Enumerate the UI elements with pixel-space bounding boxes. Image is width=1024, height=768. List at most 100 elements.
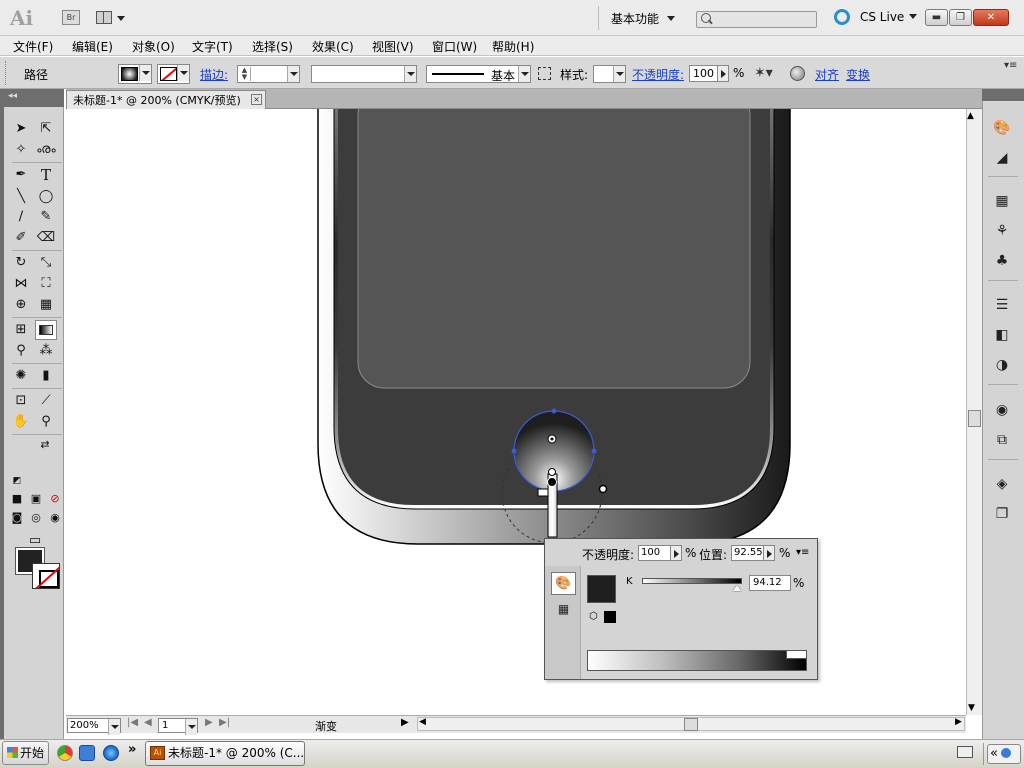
panel-menu-icon[interactable]: ▾≡ xyxy=(1004,60,1017,71)
artboard-canvas[interactable] xyxy=(66,109,966,715)
brush-definition-dropdown[interactable]: 基本 xyxy=(426,65,531,83)
horizontal-scroll-thumb[interactable] xyxy=(684,718,698,731)
appearance-panel-icon[interactable]: ◉ xyxy=(991,400,1013,420)
scroll-up-icon[interactable]: ▲ xyxy=(967,111,974,121)
menu-window[interactable]: 窗口(W) xyxy=(432,38,477,55)
gradient-tool-icon[interactable] xyxy=(35,320,57,340)
maximize-button[interactable]: ❐ xyxy=(949,9,972,26)
menu-view[interactable]: 视图(V) xyxy=(372,38,414,55)
scale-tool-icon[interactable]: ⤡ xyxy=(35,253,57,273)
screen-mode-icon[interactable]: ▭ xyxy=(22,531,48,551)
rotate-tool-icon[interactable]: ↻ xyxy=(10,253,32,273)
column-graph-tool-icon[interactable]: ▮ xyxy=(35,366,57,386)
scroll-down-icon[interactable]: ▼ xyxy=(968,703,975,713)
panel-grip[interactable] xyxy=(5,61,8,85)
panel-menu-icon[interactable]: ▾≡ xyxy=(796,547,809,558)
align-panel-link[interactable]: 对齐 xyxy=(815,66,839,83)
swatches-grid-icon[interactable]: ▦ xyxy=(554,602,573,618)
phone-artwork[interactable] xyxy=(66,109,966,715)
variable-width-profile-dropdown[interactable] xyxy=(311,65,417,83)
menu-edit[interactable]: 编辑(E) xyxy=(72,38,113,55)
artboard-number-dropdown[interactable]: 1 xyxy=(158,718,198,735)
opacity-input[interactable]: 100 xyxy=(689,65,729,82)
line-segment-tool-icon[interactable]: ╲ xyxy=(10,187,32,207)
symbol-sprayer-tool-icon[interactable]: ✺ xyxy=(10,366,32,386)
internet-explorer-icon[interactable] xyxy=(103,745,119,761)
stroke-panel-link[interactable]: 描边: xyxy=(200,66,228,83)
previous-artboard-icon[interactable]: ◀ xyxy=(144,717,152,728)
transparency-panel-icon[interactable]: ◑ xyxy=(991,355,1013,375)
blend-tool-icon[interactable]: ⁂ xyxy=(35,341,57,361)
start-button[interactable]: 开始 xyxy=(2,741,49,765)
stop-opacity-input[interactable]: 100 xyxy=(638,545,682,561)
menu-effect[interactable]: 效果(C) xyxy=(312,38,354,55)
out-of-gamut-cube-icon[interactable]: ⬡ xyxy=(589,612,600,623)
eyedropper-tool-icon[interactable]: ⚲ xyxy=(10,341,32,361)
status-menu-icon[interactable]: ▶ xyxy=(401,717,409,728)
zoom-level-dropdown[interactable]: 200% xyxy=(67,718,121,735)
swatches-panel-icon[interactable]: ▦ xyxy=(991,191,1013,211)
arrange-documents-button[interactable] xyxy=(96,10,128,26)
free-transform-tool-icon[interactable]: ⛶ xyxy=(35,274,57,294)
keyboard-icon[interactable] xyxy=(957,746,973,758)
gradient-mode-icon[interactable]: ▣ xyxy=(28,489,44,509)
stop-position-input[interactable]: 92.55 xyxy=(731,545,775,561)
fill-color-dropdown[interactable] xyxy=(118,64,152,84)
artboard-tool-icon[interactable]: ⊡ xyxy=(10,391,32,411)
stroke-color-swatch[interactable] xyxy=(32,563,60,589)
slice-tool-icon[interactable]: ⟋ xyxy=(35,391,57,411)
bridge-button[interactable]: Br xyxy=(62,10,80,25)
chevron-right-icon[interactable] xyxy=(763,545,775,561)
selection-tool-icon[interactable]: ➤ xyxy=(10,119,32,139)
graphic-styles-panel-icon[interactable]: ⧉ xyxy=(991,430,1013,450)
shape-builder-tool-icon[interactable]: ⊕ xyxy=(10,295,32,315)
recolor-artwork-icon[interactable]: ✶▾ xyxy=(754,65,780,83)
stop-color-swatch[interactable] xyxy=(587,575,616,603)
color-spectrum-bar[interactable] xyxy=(587,650,807,671)
menu-file[interactable]: 文件(F) xyxy=(13,38,53,55)
k-channel-input[interactable]: 94.12 xyxy=(749,575,791,591)
vertical-scroll-thumb[interactable] xyxy=(968,410,981,427)
chevron-right-icon[interactable] xyxy=(717,65,729,82)
menu-help[interactable]: 帮助(H) xyxy=(492,38,534,55)
blob-brush-tool-icon[interactable]: ✐ xyxy=(10,228,32,248)
menu-select[interactable]: 选择(S) xyxy=(252,38,293,55)
color-mode-icon[interactable]: ■ xyxy=(9,489,25,509)
artboards-panel-icon[interactable]: ❐ xyxy=(991,504,1013,524)
stroke-color-dropdown[interactable] xyxy=(157,64,190,84)
close-button[interactable]: ✕ xyxy=(973,9,1009,26)
k-slider-thumb[interactable] xyxy=(733,585,741,591)
k-channel-slider[interactable] xyxy=(642,578,742,584)
pen-tool-icon[interactable]: ✒ xyxy=(10,165,32,185)
paintbrush-tool-icon[interactable]: ∕ xyxy=(10,207,32,227)
draw-inside-icon[interactable]: ◉ xyxy=(47,508,63,528)
show-desktop-icon[interactable] xyxy=(79,745,95,761)
gradient-panel-icon[interactable]: ◧ xyxy=(991,325,1013,345)
color-mode-palette-icon[interactable]: 🎨 xyxy=(551,572,576,595)
graphic-style-dropdown[interactable] xyxy=(593,65,626,83)
stroke-panel-icon[interactable]: ☰ xyxy=(991,295,1013,315)
symbols-panel-icon[interactable]: ♣ xyxy=(991,251,1013,271)
color-guide-icon[interactable]: ◢ xyxy=(991,148,1013,168)
last-artboard-icon[interactable]: ▶| xyxy=(219,717,230,728)
white-swatch[interactable] xyxy=(786,650,807,659)
perspective-grid-tool-icon[interactable]: ▦ xyxy=(35,295,57,315)
none-mode-icon[interactable]: ⊘ xyxy=(47,489,63,509)
mesh-tool-icon[interactable]: ⊞ xyxy=(10,320,32,340)
draw-behind-icon[interactable]: ◎ xyxy=(28,508,44,528)
first-artboard-icon[interactable]: |◀ xyxy=(127,717,138,728)
tray-expand-button[interactable]: « xyxy=(987,744,1021,764)
swap-colors-icon[interactable]: ⇄ xyxy=(38,435,52,455)
draw-normal-icon[interactable]: ◙ xyxy=(9,508,25,528)
global-edit-icon[interactable] xyxy=(790,66,805,81)
bounding-box-icon[interactable] xyxy=(538,67,551,80)
brushes-panel-icon[interactable]: ⚘ xyxy=(991,221,1013,241)
collapse-icon[interactable]: ◂◂ xyxy=(8,91,17,101)
type-tool-icon[interactable]: T xyxy=(35,165,57,185)
taskbar-item-illustrator[interactable]: 未标题-1* @ 200% (C... xyxy=(145,741,305,766)
next-artboard-icon[interactable]: ▶ xyxy=(205,717,213,728)
magic-wand-tool-icon[interactable]: ✧ xyxy=(10,140,32,160)
stroke-weight-field[interactable]: ▲ ▼ xyxy=(237,65,300,83)
hand-tool-icon[interactable]: ✋ xyxy=(10,412,32,432)
scroll-right-icon[interactable]: ▶ xyxy=(955,717,962,727)
